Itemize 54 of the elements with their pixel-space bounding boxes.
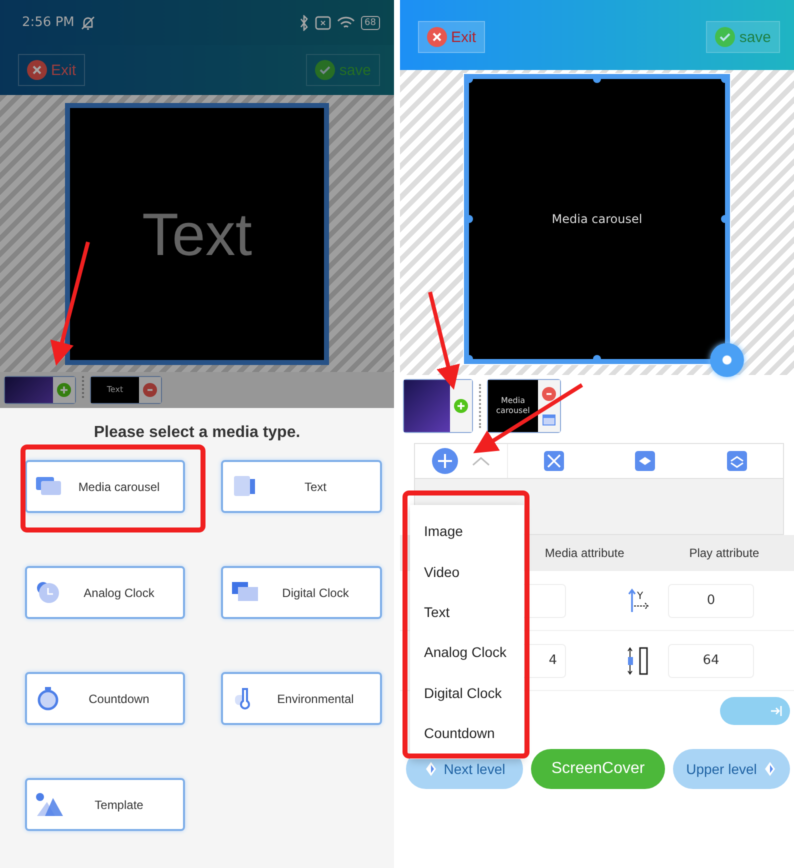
tool-button[interactable] bbox=[544, 451, 564, 471]
add-icon bbox=[57, 383, 71, 397]
window-icon bbox=[542, 414, 556, 426]
status-time: 2:56 PM bbox=[22, 15, 74, 30]
thumbnail-label: Media carousel bbox=[495, 395, 531, 417]
sheet-title: Please select a media type. bbox=[92, 424, 302, 442]
image-placeholder bbox=[5, 377, 53, 403]
menu-item[interactable]: Text bbox=[410, 592, 524, 632]
check-icon bbox=[315, 60, 336, 80]
attribute-tab[interactable]: Play attribute bbox=[654, 535, 794, 571]
add-button[interactable] bbox=[432, 448, 458, 474]
media-type-button[interactable]: Media carousel bbox=[25, 460, 185, 513]
close-icon bbox=[427, 27, 447, 47]
media-type-button[interactable]: Template bbox=[25, 778, 185, 831]
caret-icon bbox=[472, 456, 490, 466]
delete-icon bbox=[542, 386, 556, 400]
close-icon bbox=[27, 60, 47, 80]
menu-item[interactable]: Analog Clock bbox=[410, 632, 524, 673]
media-type-button[interactable]: Environmental bbox=[221, 672, 382, 725]
media-type-button[interactable]: Analog Clock bbox=[25, 566, 185, 619]
picture-icon bbox=[35, 792, 63, 818]
check-icon bbox=[715, 27, 736, 47]
preview-text: Text bbox=[142, 200, 252, 268]
muted-bell-icon bbox=[80, 14, 96, 30]
battery-level: 68 bbox=[360, 16, 380, 30]
bluetooth-icon bbox=[298, 14, 309, 30]
tool-button[interactable] bbox=[727, 451, 748, 471]
diamond-icon bbox=[762, 761, 777, 777]
add-icon bbox=[454, 399, 468, 413]
number-field[interactable]: 64 bbox=[668, 644, 754, 678]
thumbnail-card[interactable] bbox=[403, 379, 473, 433]
round-handle[interactable] bbox=[710, 343, 744, 377]
media-type-button[interactable]: Countdown bbox=[25, 672, 185, 725]
media-type-button[interactable]: Digital Clock bbox=[221, 566, 382, 619]
diamond-icon bbox=[424, 761, 438, 777]
number-field[interactable]: 0 bbox=[668, 584, 754, 618]
thumbnail-card[interactable]: Text bbox=[90, 376, 162, 404]
tool-button[interactable] bbox=[635, 451, 656, 471]
image-placeholder bbox=[404, 380, 450, 432]
sim-icon bbox=[314, 16, 331, 30]
layer-up-icon bbox=[727, 451, 748, 471]
plus-icon bbox=[432, 448, 458, 474]
media-type-button[interactable]: Text bbox=[221, 460, 382, 513]
delete-icon bbox=[143, 383, 157, 397]
preview-text: Media carousel bbox=[552, 212, 642, 226]
height-icon bbox=[626, 646, 650, 676]
thumbnail-label: Text bbox=[106, 384, 124, 396]
exit-arrow-icon bbox=[770, 705, 782, 717]
menu-item[interactable]: Digital Clock bbox=[410, 672, 524, 713]
wifi-icon bbox=[336, 16, 355, 30]
thumbnail-card[interactable]: Media carousel bbox=[487, 379, 561, 433]
thumbnail-card[interactable] bbox=[4, 376, 76, 404]
delete-box-icon bbox=[544, 451, 564, 471]
layer-down-icon bbox=[635, 451, 656, 471]
